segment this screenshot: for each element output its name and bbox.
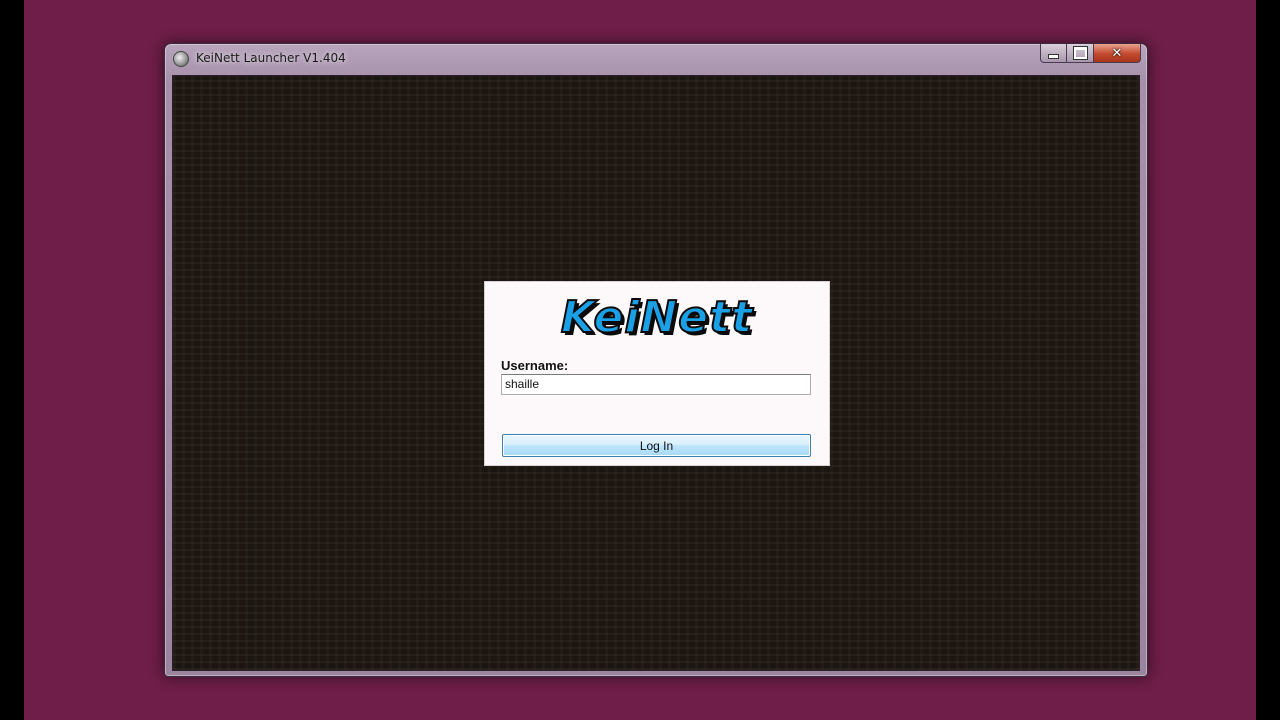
maximize-button[interactable] xyxy=(1067,44,1094,63)
logo-text: KeiNett xyxy=(560,292,754,343)
close-icon: ✕ xyxy=(1111,45,1123,61)
username-input[interactable]: shaille xyxy=(501,374,811,395)
maximize-icon xyxy=(1072,46,1088,60)
minimize-icon xyxy=(1048,53,1059,59)
minimize-button[interactable] xyxy=(1040,44,1067,63)
title-bar[interactable]: KeiNett Launcher V1.404 ✕ xyxy=(165,44,1147,74)
login-panel: KeiNett Username: shaille Log In xyxy=(484,281,830,466)
launcher-app-icon[interactable] xyxy=(173,51,189,67)
keinett-logo: KeiNett xyxy=(537,290,777,346)
window-title: KeiNett Launcher V1.404 xyxy=(196,51,346,65)
close-button[interactable]: ✕ xyxy=(1094,44,1141,63)
launcher-window: KeiNett Launcher V1.404 ✕ KeiNett Userna… xyxy=(164,43,1148,677)
login-button[interactable]: Log In xyxy=(502,434,811,457)
caption-buttons: ✕ xyxy=(1040,44,1141,64)
launcher-client-area: KeiNett Username: shaille Log In xyxy=(172,75,1140,671)
username-label: Username: xyxy=(501,358,569,373)
